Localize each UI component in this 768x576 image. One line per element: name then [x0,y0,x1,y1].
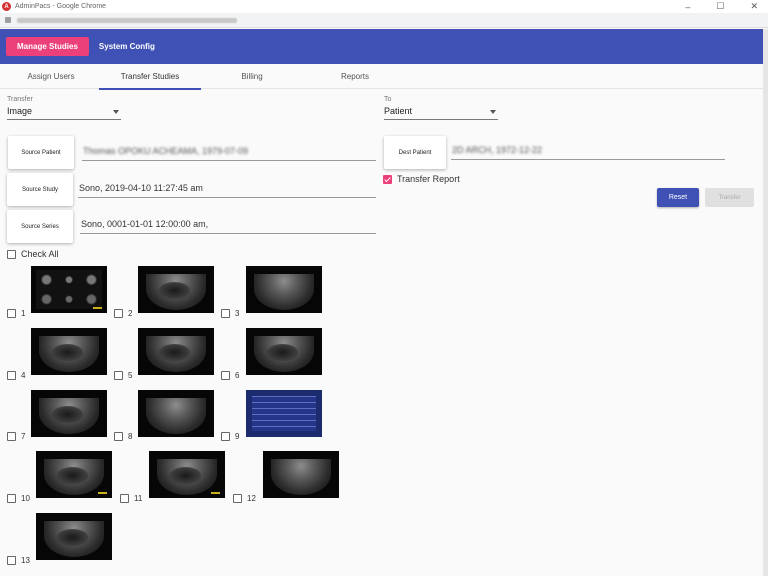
image-number: 9 [235,432,240,441]
system-config-button[interactable]: System Config [99,42,155,51]
app-logo-icon: A [2,2,11,11]
minimize-icon[interactable]: – [685,2,690,12]
image-thumbnail[interactable] [138,328,214,375]
image-thumbnail[interactable] [31,328,107,375]
image-thumbnail[interactable] [149,451,225,498]
tab-transfer-studies[interactable]: Transfer Studies [99,64,201,90]
check-all-checkbox[interactable] [7,249,16,259]
image-thumbnail[interactable] [36,513,112,560]
transfer-select[interactable]: Image [7,106,121,120]
image-number: 3 [235,309,240,318]
image-checkbox[interactable] [221,309,230,318]
window-title-bar: A AdminPacs - Google Chrome – ☐ ✕ [0,0,768,13]
image-number: 8 [128,432,133,441]
transfer-report-checkbox[interactable] [383,174,392,184]
image-thumbnail[interactable] [263,451,339,498]
image-thumbnail[interactable] [31,266,107,313]
reset-button[interactable]: Reset [657,188,699,207]
chevron-down-icon [490,110,496,114]
image-thumbnail[interactable] [36,451,112,498]
image-number: 4 [21,371,26,380]
to-select[interactable]: Patient [384,106,498,120]
source-patient-button[interactable]: Source Patient [8,136,74,169]
tab-reports[interactable]: Reports [304,64,406,89]
to-label: To [384,96,392,103]
image-checkbox[interactable] [233,494,242,503]
tab-assign-users[interactable]: Assign Users [0,64,102,89]
transfer-select-value: Image [7,106,33,116]
image-thumbnail[interactable] [246,328,322,375]
transfer-button[interactable]: Transfer [705,188,754,207]
image-checkbox[interactable] [7,494,16,503]
image-number: 6 [235,371,240,380]
transfer-report-option[interactable]: Transfer Report [383,174,460,184]
image-checkbox[interactable] [7,309,16,318]
source-patient-value: Thomas OPOKU ACHEAMA, 1979-07-09 [83,145,249,156]
scrollbar[interactable] [763,29,768,576]
image-checkbox[interactable] [7,556,16,565]
image-number: 10 [21,494,30,503]
image-thumbnail[interactable] [246,266,322,313]
image-number: 1 [21,309,26,318]
check-all-label: Check All [21,249,59,259]
image-checkbox[interactable] [114,432,123,441]
manage-studies-button[interactable]: Manage Studies [6,37,89,56]
image-thumbnail[interactable] [31,390,107,437]
image-checkbox[interactable] [7,432,16,441]
image-thumbnail[interactable] [246,390,322,437]
dest-patient-field[interactable]: 2D ARCH, 1972-12-22 [451,140,725,160]
image-thumbnail[interactable] [138,390,214,437]
address-url-blurred[interactable] [17,17,237,23]
source-series-button[interactable]: Source Series [7,210,73,243]
maximize-icon[interactable]: ☐ [716,1,724,12]
source-patient-field[interactable]: Thomas OPOKU ACHEAMA, 1979-07-09 [82,141,376,161]
lock-icon [5,17,11,23]
tab-bar: Assign Users Transfer Studies Billing Re… [0,64,763,90]
transfer-label: Transfer [7,96,33,103]
image-number: 11 [134,494,143,503]
window-title: AdminPacs - Google Chrome [15,3,107,10]
image-checkbox[interactable] [221,371,230,380]
image-checkbox[interactable] [114,309,123,318]
image-checkbox[interactable] [7,371,16,380]
check-all-option[interactable]: Check All [7,249,59,259]
source-study-button[interactable]: Source Study [7,173,73,206]
close-icon[interactable]: ✕ [750,1,758,12]
source-study-field[interactable]: Sono, 2019-04-10 11:27:45 am [78,178,376,198]
image-checkbox[interactable] [221,432,230,441]
source-series-field[interactable]: Sono, 0001-01-01 12:00:00 am, [80,214,376,234]
image-number: 13 [21,556,30,565]
image-checkbox[interactable] [114,371,123,380]
app-toolbar: Manage Studies System Config [0,29,763,64]
image-checkbox[interactable] [120,494,129,503]
image-number: 2 [128,309,133,318]
tab-billing[interactable]: Billing [201,64,303,89]
image-number: 12 [247,494,256,503]
transfer-report-label: Transfer Report [397,174,460,184]
chevron-down-icon [113,110,119,114]
image-number: 5 [128,371,133,380]
to-select-value: Patient [384,106,413,116]
source-study-value: Sono, 2019-04-10 11:27:45 am [79,182,203,193]
address-bar[interactable] [0,13,768,28]
dest-patient-value: 2D ARCH, 1972-12-22 [452,144,543,155]
source-series-value: Sono, 0001-01-01 12:00:00 am, [81,218,209,229]
image-thumbnail[interactable] [138,266,214,313]
dest-patient-button[interactable]: Dest Patient [384,136,446,169]
image-number: 7 [21,432,26,441]
